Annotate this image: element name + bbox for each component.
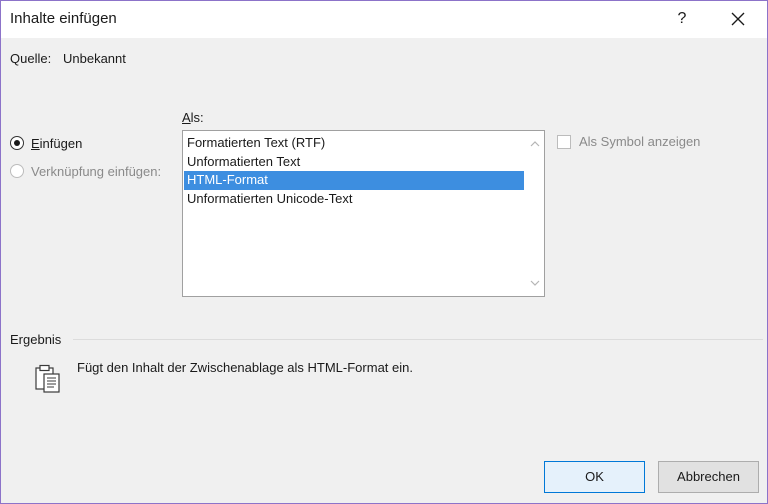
- dialog-title: Inhalte einfügen: [10, 10, 117, 27]
- as-label: Als:: [182, 110, 204, 125]
- format-item-plain-text[interactable]: Unformatierten Text: [184, 153, 524, 172]
- source-value: Unbekannt: [63, 51, 126, 66]
- paste-radio-label: Einfügen: [31, 136, 82, 151]
- format-list-scrollbar[interactable]: [525, 131, 544, 296]
- close-button[interactable]: [723, 5, 753, 33]
- link-radio-label: Verknüpfung einfügen:: [31, 163, 162, 179]
- chevron-up-icon[interactable]: [530, 140, 540, 148]
- format-item-rtf[interactable]: Formatierten Text (RTF): [184, 134, 524, 153]
- format-listbox[interactable]: Formatierten Text (RTF) Unformatierten T…: [182, 130, 545, 297]
- format-list: Formatierten Text (RTF) Unformatierten T…: [184, 134, 524, 208]
- paste-label-rest: infügen: [39, 135, 83, 151]
- symbol-checkbox-label: Als Symbol anzeigen: [579, 134, 701, 149]
- result-heading: Ergebnis: [10, 332, 62, 347]
- format-item-html[interactable]: HTML-Format: [184, 171, 524, 190]
- source-label: Quelle:: [10, 51, 52, 66]
- result-divider: [73, 339, 763, 340]
- format-item-unicode-text[interactable]: Unformatierten Unicode-Text: [184, 190, 524, 209]
- link-radio-option: Verknüpfung einfügen:: [10, 162, 161, 180]
- chevron-down-icon[interactable]: [530, 279, 540, 287]
- as-label-rest: ls:: [190, 110, 204, 125]
- result-description: Fügt den Inhalt der Zwischenablage als H…: [77, 360, 413, 375]
- title-bar: Inhalte einfügen ?: [1, 1, 767, 38]
- link-radio: [10, 164, 24, 178]
- paste-radio-option[interactable]: Einfügen: [10, 134, 82, 152]
- clipboard-icon: [35, 364, 60, 393]
- help-button[interactable]: ?: [668, 5, 696, 33]
- symbol-checkbox-option: Als Symbol anzeigen: [557, 134, 700, 149]
- paste-label-mnemonic: E: [31, 135, 40, 151]
- close-icon: [731, 12, 745, 26]
- ok-button[interactable]: OK: [544, 461, 645, 493]
- paste-special-dialog: Inhalte einfügen ? Quelle: Unbekannt Als…: [0, 0, 768, 504]
- cancel-button[interactable]: Abbrechen: [658, 461, 759, 493]
- paste-radio[interactable]: [10, 136, 24, 150]
- as-label-mnemonic: A: [182, 110, 191, 125]
- symbol-checkbox: [557, 134, 571, 149]
